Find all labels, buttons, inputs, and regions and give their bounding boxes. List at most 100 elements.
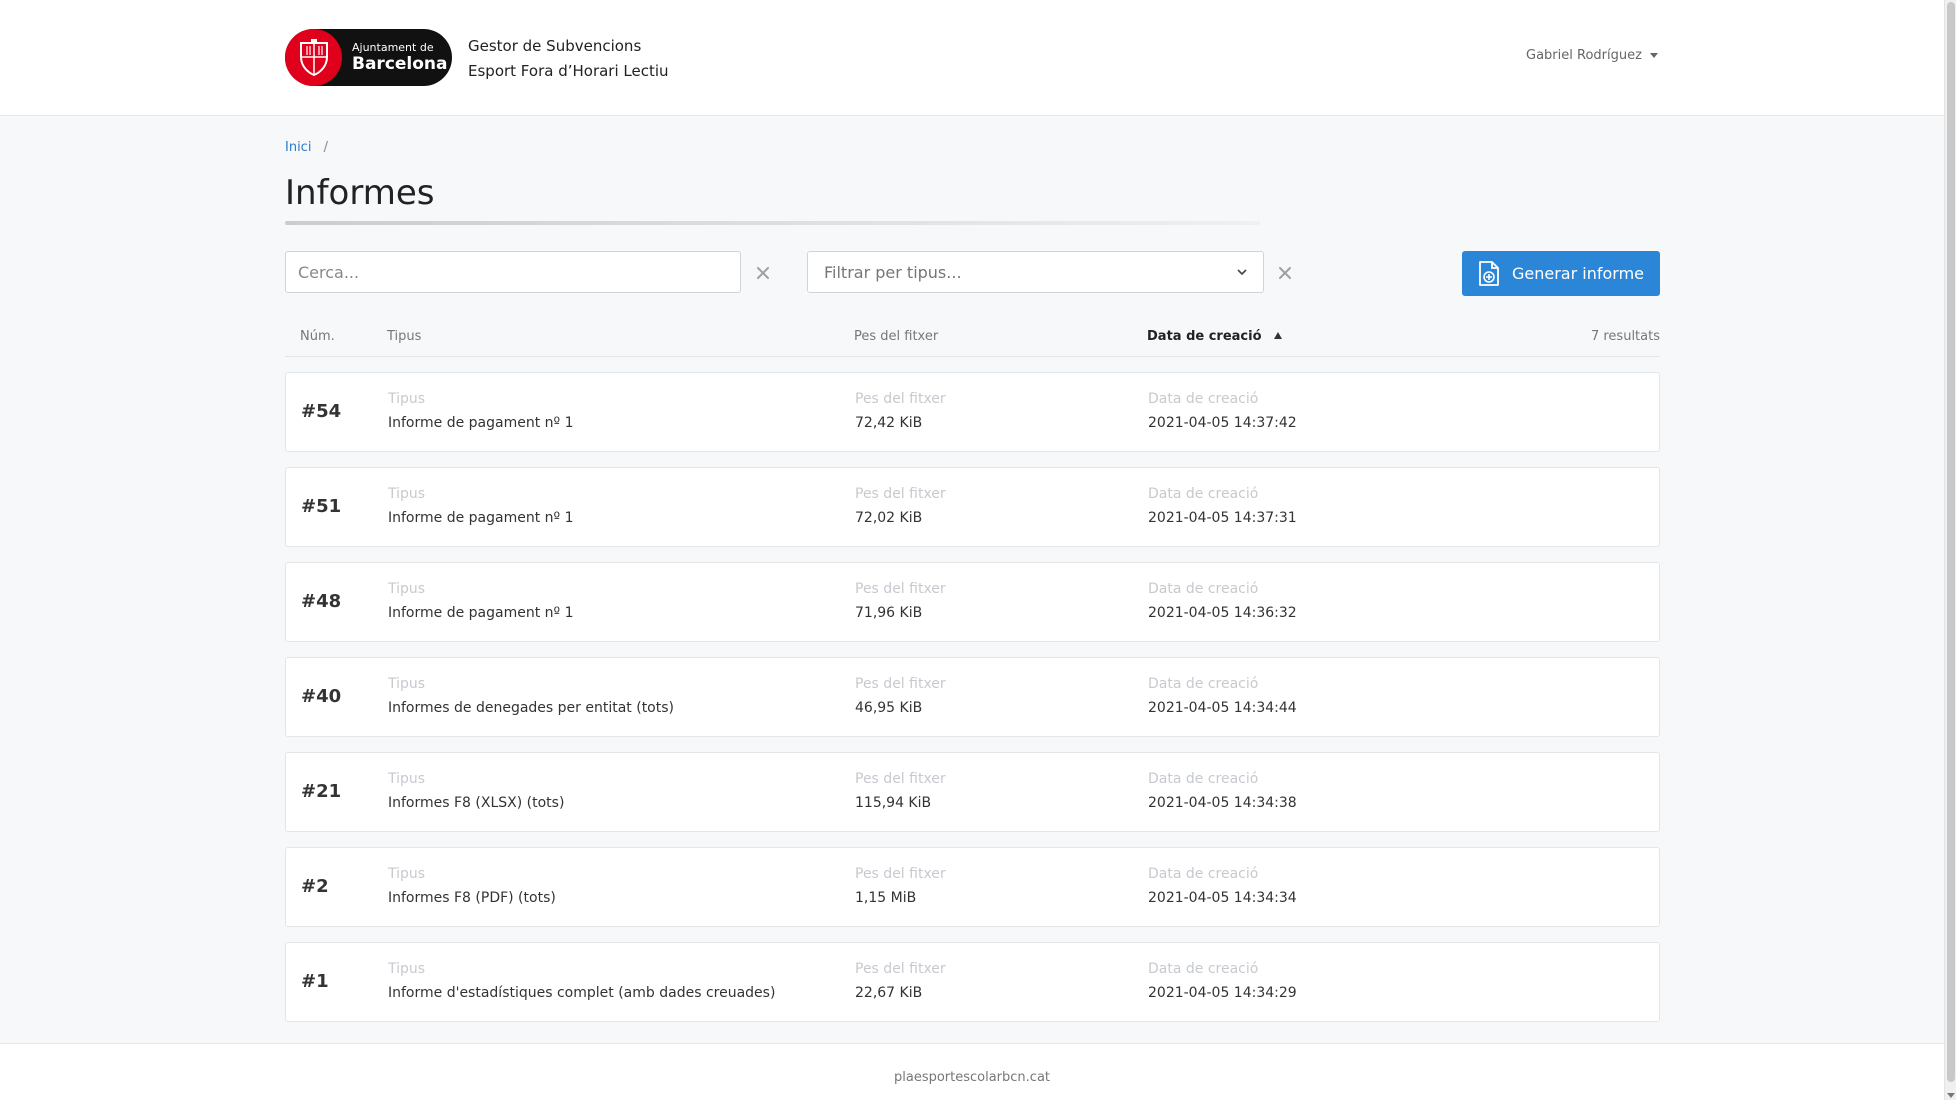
row-tipus-cell: Tipus Informe de pagament nº 1 [388,579,573,624]
row-number: #1 [301,971,329,992]
row-tipus-value: Informes F8 (PDF) (tots) [388,890,556,906]
row-data-cell: Data de creació 2021-04-05 14:37:42 [1148,389,1297,434]
row-pes-label: Pes del fitxer [855,771,946,787]
row-tipus-cell: Tipus Informe de pagament nº 1 [388,389,573,434]
sort-ascending-icon [1274,332,1283,339]
row-data-cell: Data de creació 2021-04-05 14:34:44 [1148,674,1297,719]
row-tipus-cell: Tipus Informes de denegades per entitat … [388,674,674,719]
ajuntament-logo[interactable]: Ajuntament de Barcelona [285,29,452,86]
file-plus-icon [1479,260,1499,286]
row-pes-value: 46,95 KiB [855,700,923,716]
row-tipus-label: Tipus [388,486,426,502]
breadcrumb-home-link[interactable]: Inici [285,140,311,155]
clear-search-button[interactable] [752,262,774,284]
user-menu-dropdown[interactable]: Gabriel Rodríguez [1526,48,1658,63]
table-row[interactable]: #21 Tipus Informes F8 (XLSX) (tots) Pes … [285,752,1660,832]
row-data-label: Data de creació [1148,391,1259,407]
row-pes-cell: Pes del fitxer 72,42 KiB [855,389,946,434]
app-title-line1: Gestor de Subvencions [468,37,642,55]
row-data-cell: Data de creació 2021-04-05 14:34:29 [1148,959,1297,1004]
row-tipus-cell: Tipus Informes F8 (PDF) (tots) [388,864,556,909]
title-divider [285,221,1260,225]
column-header-tipus[interactable]: Tipus [387,329,421,344]
table-row[interactable]: #1 Tipus Informe d'estadístiques complet… [285,942,1660,1022]
logo-text-big: Barcelona [352,54,448,74]
row-pes-cell: Pes del fitxer 46,95 KiB [855,674,946,719]
row-data-label: Data de creació [1148,486,1259,502]
row-pes-cell: Pes del fitxer 71,96 KiB [855,579,946,624]
row-tipus-label: Tipus [388,676,426,692]
row-data-value: 2021-04-05 14:34:34 [1148,890,1297,906]
row-tipus-label: Tipus [388,771,426,787]
row-data-value: 2021-04-05 14:37:42 [1148,415,1297,431]
column-header-pes[interactable]: Pes del fitxer [854,329,938,344]
type-filter-placeholder: Filtrar per tipus... [824,262,962,282]
footer-text: plaesportescolarbcn.cat [893,1070,1051,1085]
scroll-down-arrow-icon[interactable] [1947,1093,1955,1098]
row-pes-cell: Pes del fitxer 22,67 KiB [855,959,946,1004]
row-data-label: Data de creació [1148,676,1259,692]
breadcrumb: Inici / [285,140,328,155]
page-scrollbar[interactable] [1944,0,1956,1100]
table-row[interactable]: #54 Tipus Informe de pagament nº 1 Pes d… [285,372,1660,452]
row-number: #2 [301,876,329,897]
close-icon [757,267,769,279]
row-tipus-cell: Tipus Informe d'estadístiques complet (a… [388,959,775,1004]
type-filter-select[interactable]: Filtrar per tipus... [807,251,1264,293]
top-navbar: Ajuntament de Barcelona Gestor de Subven… [0,0,1944,116]
row-tipus-label: Tipus [388,866,426,882]
row-data-label: Data de creació [1148,581,1259,597]
results-count: 7 resultats [1590,329,1660,344]
row-data-cell: Data de creació 2021-04-05 14:37:31 [1148,484,1297,529]
row-pes-label: Pes del fitxer [855,676,946,692]
search-input[interactable] [285,251,741,293]
table-row[interactable]: #51 Tipus Informe de pagament nº 1 Pes d… [285,467,1660,547]
row-pes-value: 1,15 MiB [855,890,917,906]
column-header-data-label: Data de creació [1147,329,1262,344]
row-pes-label: Pes del fitxer [855,391,946,407]
barcelona-coat-of-arms-icon [285,29,342,86]
table-row[interactable]: #48 Tipus Informe de pagament nº 1 Pes d… [285,562,1660,642]
row-pes-cell: Pes del fitxer 1,15 MiB [855,864,946,909]
row-pes-label: Pes del fitxer [855,486,946,502]
row-number: #40 [301,686,342,707]
row-tipus-label: Tipus [388,581,426,597]
row-number: #48 [301,591,342,612]
row-pes-value: 72,42 KiB [855,415,923,431]
row-data-cell: Data de creació 2021-04-05 14:36:32 [1148,579,1297,624]
column-header-num[interactable]: Núm. [300,329,335,344]
row-data-value: 2021-04-05 14:36:32 [1148,605,1297,621]
row-number: #54 [301,401,342,422]
row-data-label: Data de creació [1148,866,1259,882]
scrollbar-thumb[interactable] [1947,2,1955,1082]
row-data-cell: Data de creació 2021-04-05 14:34:34 [1148,864,1297,909]
row-tipus-label: Tipus [388,391,426,407]
row-tipus-value: Informe de pagament nº 1 [388,415,574,431]
row-tipus-cell: Tipus Informe de pagament nº 1 [388,484,573,529]
close-icon [1279,267,1291,279]
app-title: Gestor de Subvencions Esport Fora d’Hora… [468,34,669,84]
row-tipus-value: Informes F8 (XLSX) (tots) [388,795,565,811]
row-pes-label: Pes del fitxer [855,866,946,882]
generate-report-button[interactable]: Generar informe [1462,251,1660,296]
row-pes-value: 72,02 KiB [855,510,923,526]
row-tipus-value: Informes de denegades per entitat (tots) [388,700,674,716]
row-data-value: 2021-04-05 14:34:29 [1148,985,1297,1001]
row-tipus-cell: Tipus Informes F8 (XLSX) (tots) [388,769,564,814]
row-data-cell: Data de creació 2021-04-05 14:34:38 [1148,769,1297,814]
clear-type-filter-button[interactable] [1274,262,1296,284]
generate-report-label: Generar informe [1511,264,1644,283]
row-pes-value: 71,96 KiB [855,605,923,621]
row-pes-label: Pes del fitxer [855,961,946,977]
caret-down-icon [1649,53,1658,58]
row-pes-value: 22,67 KiB [855,985,923,1001]
row-data-value: 2021-04-05 14:37:31 [1148,510,1297,526]
logo-text-small: Ajuntament de [352,41,434,54]
column-header-data[interactable]: Data de creació [1147,329,1283,344]
breadcrumb-separator: / [323,140,328,155]
table-row[interactable]: #2 Tipus Informes F8 (PDF) (tots) Pes de… [285,847,1660,927]
table-row[interactable]: #40 Tipus Informes de denegades per enti… [285,657,1660,737]
user-name: Gabriel Rodríguez [1526,48,1642,63]
row-data-value: 2021-04-05 14:34:44 [1148,700,1297,716]
row-tipus-label: Tipus [388,961,426,977]
